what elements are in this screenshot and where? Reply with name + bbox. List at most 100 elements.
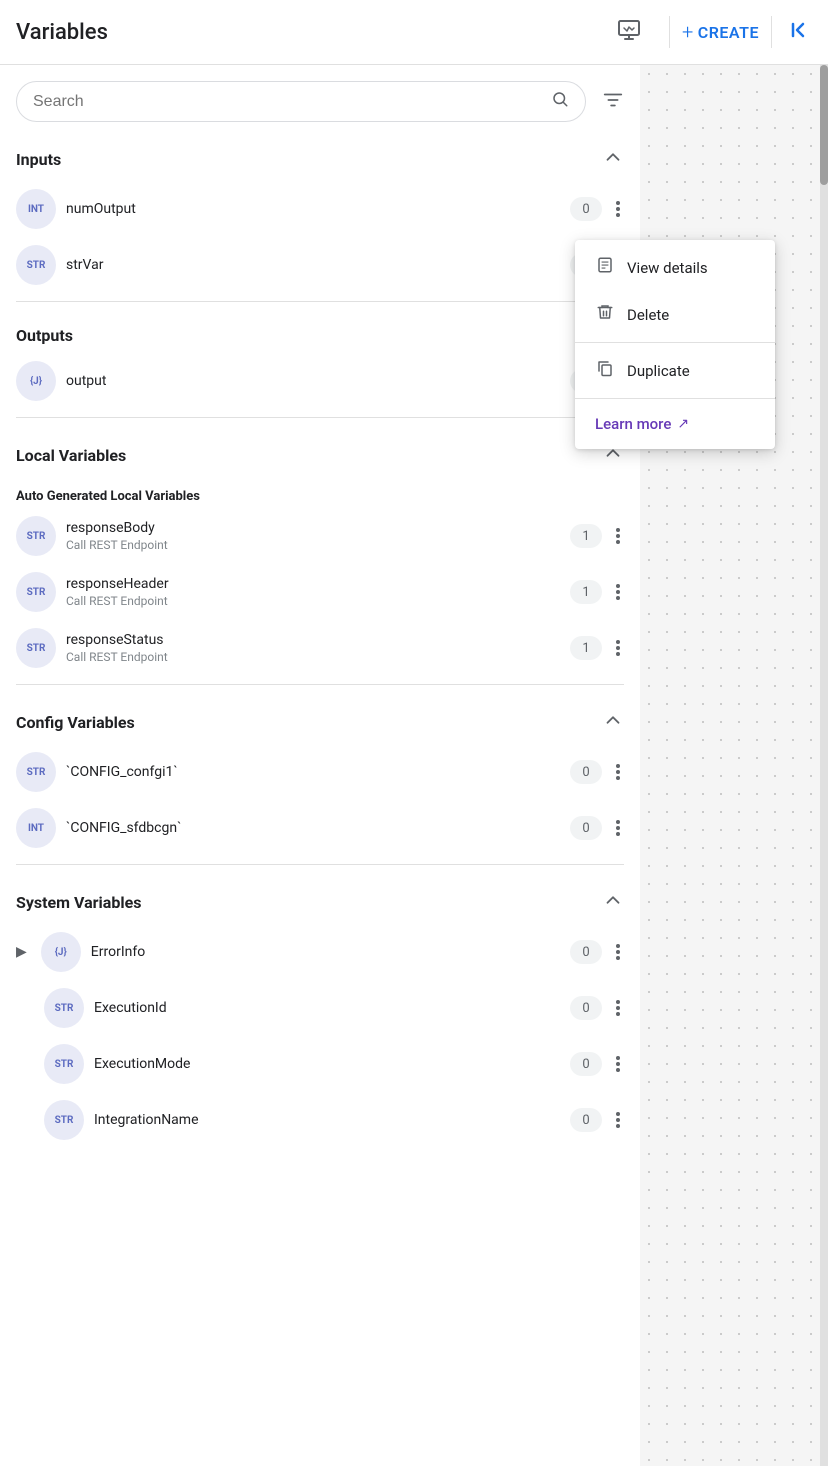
var-name: `CONFIG_confgi1` <box>66 764 560 780</box>
var-sub: Call REST Endpoint <box>66 650 560 664</box>
filter-icon[interactable] <box>594 85 632 119</box>
more-menu-btn[interactable] <box>612 524 624 548</box>
scrollbar-thumb[interactable] <box>820 65 828 185</box>
list-item: STR responseBody Call REST Endpoint 1 <box>16 508 624 564</box>
more-menu-btn[interactable] <box>612 996 624 1020</box>
inputs-section: Inputs INT numOutput 0 STR strVar <box>0 130 640 293</box>
var-sub: Call REST Endpoint <box>66 538 560 552</box>
delete-icon <box>595 303 615 326</box>
duplicate-label: Duplicate <box>627 362 690 380</box>
scrollbar-track <box>820 65 828 1466</box>
list-item: STR IntegrationName 0 <box>16 1092 624 1148</box>
system-variables-section: System Variables ▶ {J} ErrorInfo 0 STR <box>0 873 640 1148</box>
outputs-section: Outputs {J} output 0 <box>0 310 640 409</box>
list-item: {J} output 0 <box>16 353 624 409</box>
duplicate-icon <box>595 359 615 382</box>
context-menu: View details Delete Duplicate Learn more… <box>575 240 775 449</box>
auto-generated-subtitle: Auto Generated Local Variables <box>16 477 624 508</box>
section-divider <box>16 417 624 418</box>
var-name: ErrorInfo <box>91 944 560 960</box>
more-menu-btn[interactable] <box>612 197 624 221</box>
search-input[interactable] <box>33 93 551 111</box>
var-badge-int: INT <box>16 189 56 229</box>
list-item: STR ExecutionId 0 <box>16 980 624 1036</box>
more-menu-btn[interactable] <box>612 580 624 604</box>
var-name: `CONFIG_sfdbcgn` <box>66 820 560 836</box>
var-name: responseStatus <box>66 632 560 648</box>
inputs-collapse-btn[interactable] <box>602 146 624 173</box>
search-input-wrap <box>16 81 586 122</box>
var-badge-int: INT <box>16 808 56 848</box>
more-menu-btn[interactable] <box>612 760 624 784</box>
var-info: output <box>66 373 560 389</box>
list-item: STR responseHeader Call REST Endpoint 1 <box>16 564 624 620</box>
list-item: STR `CONFIG_confgi1` 0 <box>16 744 624 800</box>
header-divider2 <box>771 16 772 48</box>
left-panel: Inputs INT numOutput 0 STR strVar <box>0 65 640 1466</box>
section-divider <box>16 864 624 865</box>
var-info: `CONFIG_sfdbcgn` <box>66 820 560 836</box>
monitor-icon[interactable] <box>617 18 641 47</box>
learn-more-label: Learn more <box>595 415 671 433</box>
var-info: ErrorInfo <box>91 944 560 960</box>
var-sub: Call REST Endpoint <box>66 594 560 608</box>
list-item: STR ExecutionMode 0 <box>16 1036 624 1092</box>
outputs-title: Outputs <box>16 326 73 345</box>
var-info: responseHeader Call REST Endpoint <box>66 576 560 608</box>
list-item: INT numOutput 0 <box>16 181 624 237</box>
var-name: responseHeader <box>66 576 560 592</box>
system-variables-title: System Variables <box>16 893 141 912</box>
more-menu-btn[interactable] <box>612 940 624 964</box>
local-variables-section: Local Variables Auto Generated Local Var… <box>0 426 640 676</box>
var-count: 1 <box>570 580 602 604</box>
var-count: 0 <box>570 1108 602 1132</box>
var-badge-str: STR <box>16 245 56 285</box>
more-menu-btn[interactable] <box>612 816 624 840</box>
var-name: output <box>66 373 560 389</box>
external-link-icon: ↗ <box>677 416 689 432</box>
config-variables-collapse-btn[interactable] <box>602 709 624 736</box>
search-filter-row <box>0 65 640 130</box>
plus-icon: + <box>682 20 694 44</box>
more-menu-btn[interactable] <box>612 1108 624 1132</box>
header-actions: + CREATE <box>617 16 812 48</box>
local-variables-title: Local Variables <box>16 446 126 465</box>
var-badge-str: STR <box>44 1044 84 1084</box>
list-item: ▶ {J} ErrorInfo 0 <box>16 924 624 980</box>
system-variables-collapse-btn[interactable] <box>602 889 624 916</box>
section-divider <box>16 684 624 685</box>
config-variables-section: Config Variables STR `CONFIG_confgi1` 0 … <box>0 693 640 856</box>
delete-menu-item[interactable]: Delete <box>575 291 775 338</box>
create-button[interactable]: + CREATE <box>682 20 759 44</box>
section-divider <box>16 301 624 302</box>
system-variables-header: System Variables <box>16 873 624 924</box>
var-name: strVar <box>66 257 560 273</box>
duplicate-menu-item[interactable]: Duplicate <box>575 347 775 394</box>
var-count: 0 <box>570 760 602 784</box>
var-badge-str: STR <box>44 988 84 1028</box>
delete-label: Delete <box>627 306 669 324</box>
var-name: ExecutionMode <box>94 1056 560 1072</box>
var-info: ExecutionId <box>94 1000 560 1016</box>
outputs-section-header: Outputs <box>16 310 624 353</box>
var-info: strVar <box>66 257 560 273</box>
var-badge-str: STR <box>16 516 56 556</box>
more-menu-btn[interactable] <box>612 636 624 660</box>
config-variables-title: Config Variables <box>16 713 135 732</box>
menu-divider <box>575 342 775 343</box>
var-info: responseBody Call REST Endpoint <box>66 520 560 552</box>
var-name: ExecutionId <box>94 1000 560 1016</box>
var-count: 0 <box>570 996 602 1020</box>
expand-arrow-icon[interactable]: ▶ <box>16 944 27 960</box>
collapse-icon[interactable] <box>788 18 812 47</box>
var-count: 0 <box>570 816 602 840</box>
view-details-menu-item[interactable]: View details <box>575 244 775 291</box>
var-count: 0 <box>570 197 602 221</box>
var-count: 1 <box>570 524 602 548</box>
learn-more-menu-item[interactable]: Learn more ↗ <box>575 403 775 445</box>
var-count: 1 <box>570 636 602 660</box>
more-menu-btn[interactable] <box>612 1052 624 1076</box>
var-info: ExecutionMode <box>94 1056 560 1072</box>
var-info: responseStatus Call REST Endpoint <box>66 632 560 664</box>
inputs-section-header: Inputs <box>16 130 624 181</box>
